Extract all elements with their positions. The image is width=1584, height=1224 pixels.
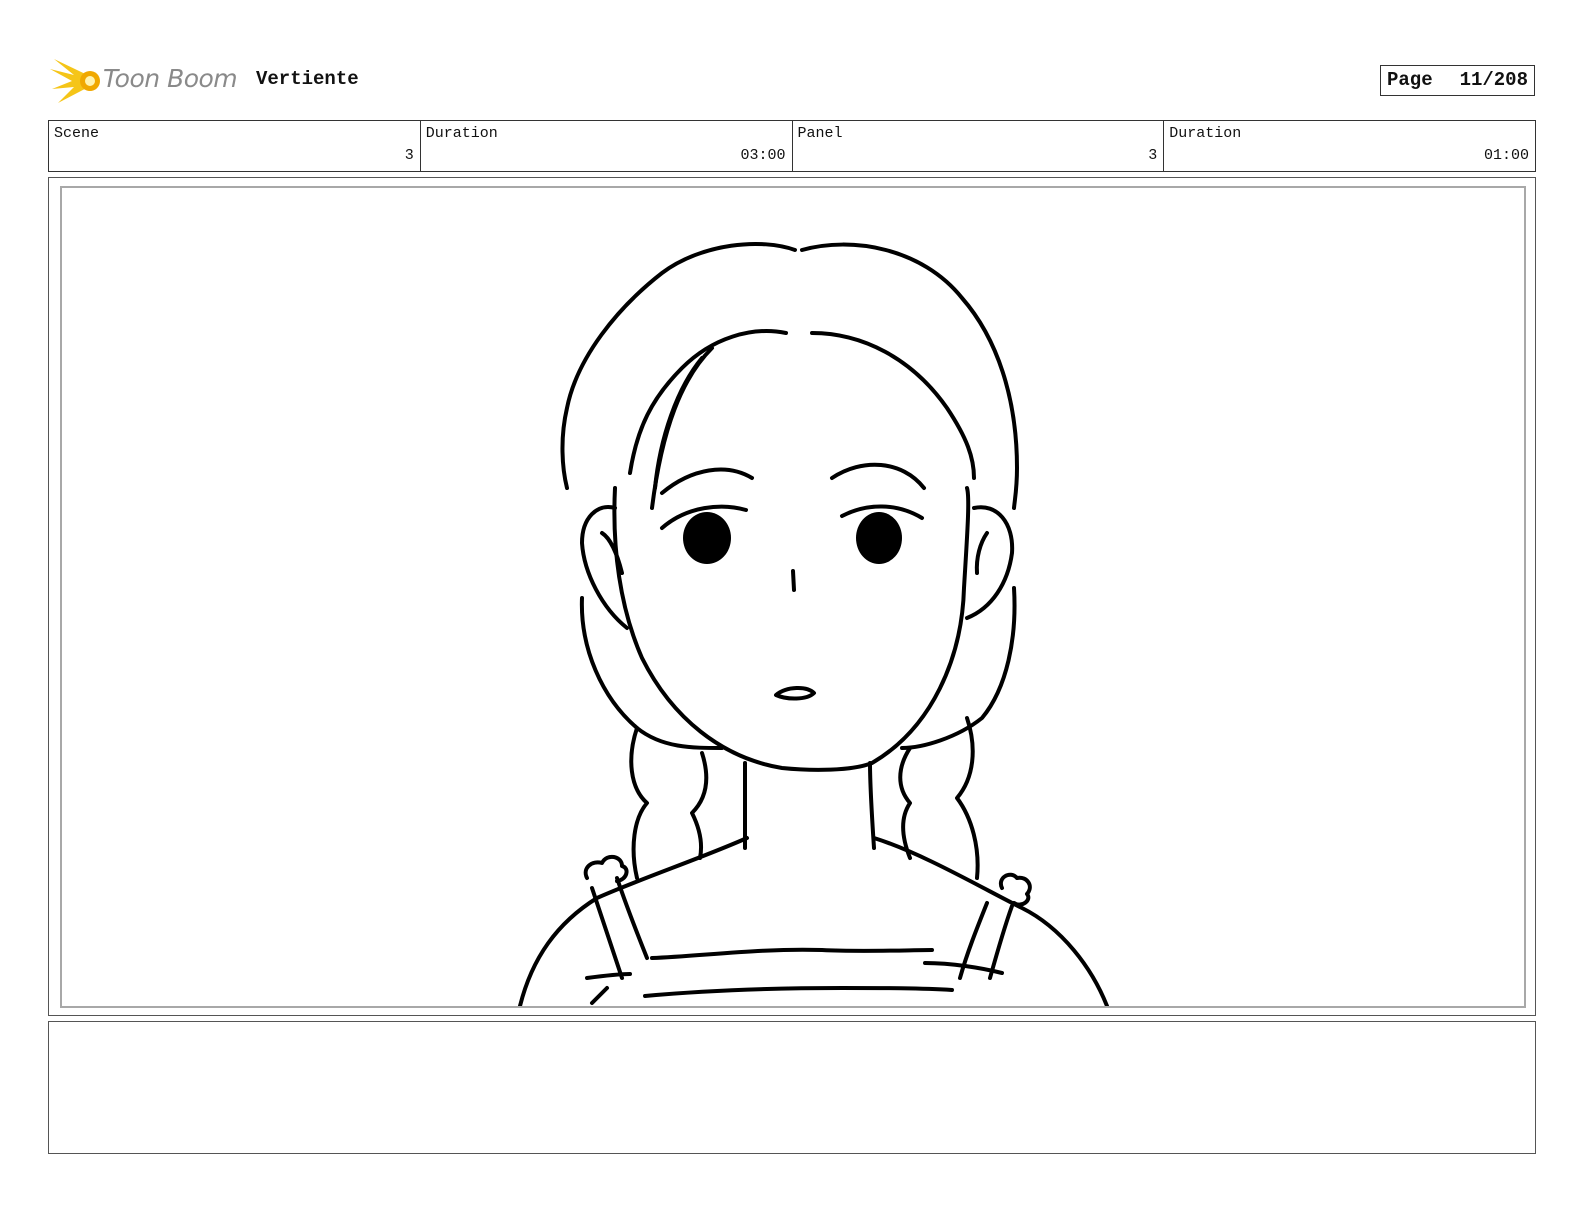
scene-duration-label: Duration: [425, 125, 498, 142]
page-label: Page: [1387, 69, 1433, 91]
scene-duration-cell: Duration 03:00: [421, 121, 793, 171]
panel-info-table: Scene 3 Duration 03:00 Panel 3 Duration …: [48, 120, 1536, 172]
panel-notes-box: [48, 1021, 1536, 1154]
panel-value: 3: [1148, 147, 1158, 164]
panel-duration-value: 01:00: [1483, 147, 1529, 164]
page-indicator: Page 11/208: [1380, 65, 1535, 96]
panel-duration-cell: Duration 01:00: [1164, 121, 1535, 171]
panel-duration-label: Duration: [1169, 125, 1242, 142]
toon-boom-logo: Toon Boom: [50, 55, 240, 107]
girl-sketch-drawing: [518, 241, 1109, 1006]
storyboard-drawing-area: [60, 186, 1526, 1008]
scene-duration-value: 03:00: [740, 147, 786, 164]
panel-label: Panel: [797, 125, 843, 142]
scene-label: Scene: [54, 125, 100, 142]
page-number: 11/208: [1459, 69, 1528, 91]
panel-cell: Panel 3: [793, 121, 1165, 171]
scene-cell: Scene 3: [49, 121, 421, 171]
scene-value: 3: [404, 147, 414, 164]
logo-text: Toon Boom: [103, 64, 238, 93]
toon-boom-flame-icon: [50, 59, 100, 103]
storyboard-panel-frame: [48, 177, 1536, 1016]
project-title: Vertiente: [256, 68, 359, 90]
